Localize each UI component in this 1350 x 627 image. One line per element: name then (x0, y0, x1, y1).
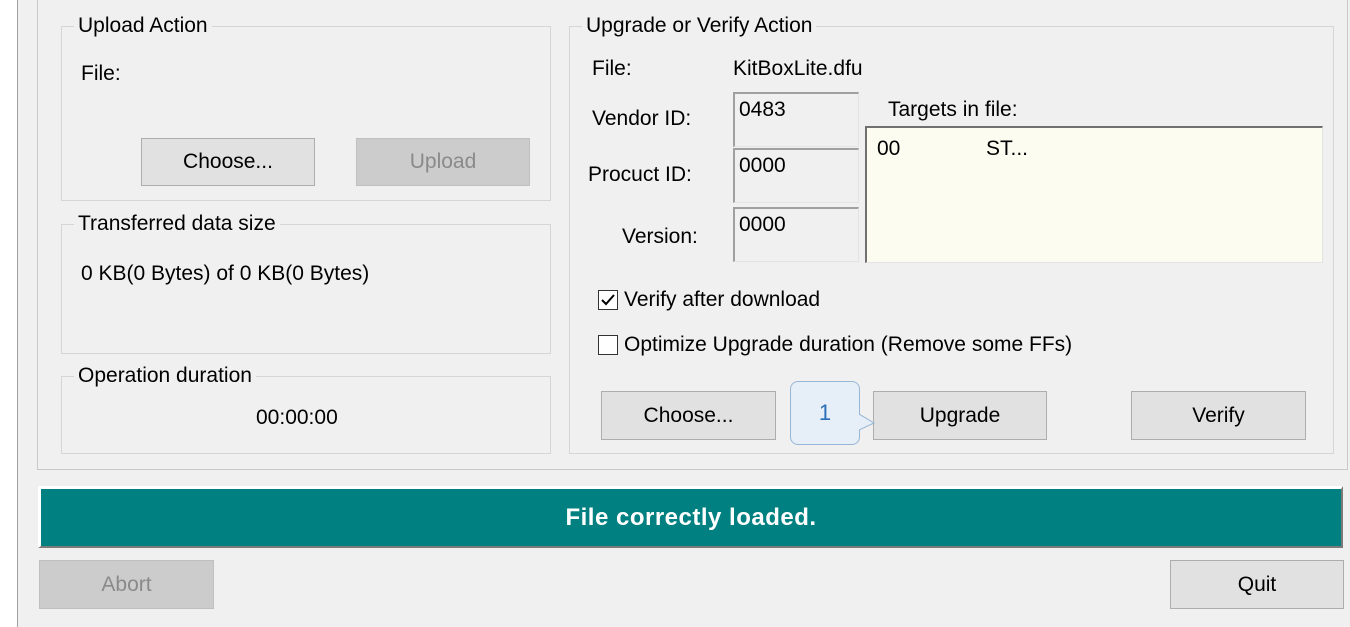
target-name: ST... (986, 137, 1029, 160)
version-field: 0000 (733, 207, 859, 262)
checkmark-icon (601, 294, 615, 306)
upload-choose-button[interactable]: Choose... (141, 138, 315, 186)
upload-action-title: Upload Action (74, 12, 212, 40)
upload-file-label: File: (81, 62, 121, 85)
optimize-duration-checkbox[interactable] (598, 335, 618, 355)
verify-after-download-label[interactable]: Verify after download (624, 286, 820, 314)
upgrade-file-value: KitBoxLite.dfu (733, 57, 863, 80)
product-id-label: Procuct ID: (588, 163, 692, 186)
targets-in-file-label: Targets in file: (888, 98, 1018, 121)
quit-button[interactable]: Quit (1170, 560, 1344, 609)
verify-button[interactable]: Verify (1131, 391, 1306, 440)
transferred-data-value: 0 KB(0 Bytes) of 0 KB(0 Bytes) (81, 262, 370, 285)
step-number: 1 (818, 400, 832, 425)
targets-list-item[interactable]: 00 ST... (877, 136, 1277, 162)
operation-duration-title: Operation duration (74, 362, 256, 390)
upload-button[interactable]: Upload (356, 138, 530, 186)
product-id-field: 0000 (733, 148, 859, 203)
version-label: Version: (622, 225, 698, 248)
transferred-data-group: Transferred data size (61, 210, 551, 354)
upgrade-choose-button[interactable]: Choose... (601, 391, 776, 440)
vendor-id-field: 0483 (733, 92, 859, 147)
target-id: 00 (877, 137, 901, 160)
targets-list[interactable]: 00 ST... (865, 126, 1323, 263)
upgrade-file-label: File: (592, 57, 632, 80)
step-number-callout: 1 (790, 381, 860, 445)
status-bar: File correctly loaded. (38, 486, 1343, 548)
callout-pointer-icon (859, 414, 875, 431)
vendor-id-label: Vendor ID: (592, 107, 692, 130)
verify-after-download-checkbox[interactable] (598, 290, 618, 310)
upgrade-button[interactable]: Upgrade (873, 391, 1047, 440)
operation-duration-value: 00:00:00 (256, 406, 338, 429)
status-text: File correctly loaded. (565, 503, 817, 531)
optimize-duration-label[interactable]: Optimize Upgrade duration (Remove some F… (624, 331, 1072, 359)
abort-button[interactable]: Abort (39, 560, 214, 609)
transferred-data-title: Transferred data size (74, 210, 280, 238)
upgrade-verify-title: Upgrade or Verify Action (582, 12, 817, 40)
